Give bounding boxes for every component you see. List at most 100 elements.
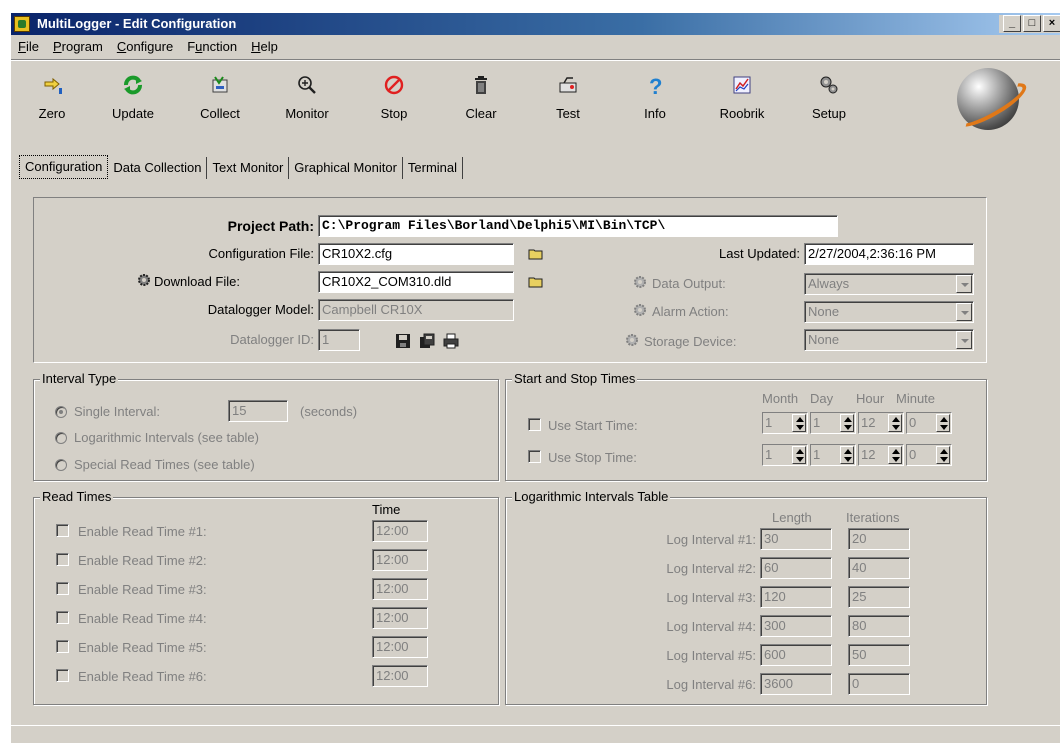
seconds-units: (seconds) xyxy=(300,404,358,419)
log-intervals-group: Logarithmic Intervals Table Length Itera… xyxy=(505,489,987,705)
log-interval-length-field: 600 xyxy=(760,644,832,666)
roobrik-button[interactable]: Roobrik xyxy=(703,70,781,134)
start-minute-value: 0 xyxy=(909,415,917,430)
tab-configuration[interactable]: Configuration xyxy=(19,155,109,179)
log-interval-iterations-field: 80 xyxy=(848,615,910,637)
single-interval-radio[interactable] xyxy=(55,406,67,418)
log-interval-iterations-field: 20 xyxy=(848,528,910,550)
tab-terminal[interactable]: Terminal xyxy=(403,157,464,179)
tab-data-collection[interactable]: Data Collection xyxy=(108,157,208,179)
month-header: Month xyxy=(762,391,799,406)
open-folder-icon[interactable] xyxy=(528,276,544,288)
log-interval-label: Log Interval #2: xyxy=(666,561,756,576)
update-label: Update xyxy=(112,106,154,121)
tab-graphical-monitor[interactable]: Graphical Monitor xyxy=(289,157,403,179)
main-window: MultiLogger - Edit Configuration _ □ × F… xyxy=(10,12,1060,743)
zero-button[interactable]: Zero xyxy=(13,70,91,134)
read-times-group: Read Times Time Enable Read Time #1: 12:0… xyxy=(33,489,499,705)
read-time-field: 12:00 xyxy=(372,520,428,542)
copy-icon[interactable] xyxy=(418,332,436,350)
collect-label: Collect xyxy=(200,106,240,121)
single-interval-label: Single Interval: xyxy=(74,404,160,419)
read-time-checkbox[interactable] xyxy=(56,582,69,595)
use-start-time-label: Use Start Time: xyxy=(548,418,638,433)
read-time-checkbox[interactable] xyxy=(56,553,69,566)
spinner-arrows-icon[interactable] xyxy=(792,446,806,464)
read-time-checkbox[interactable] xyxy=(56,640,69,653)
setup-button[interactable]: Setup xyxy=(790,70,868,134)
read-time-field: 12:00 xyxy=(372,578,428,600)
minimize-button[interactable]: _ xyxy=(1003,15,1021,32)
download-file-field[interactable]: CR10X2_COM310.dld xyxy=(318,271,514,293)
start-month-spinner[interactable]: 1 xyxy=(762,412,808,434)
chevron-down-icon xyxy=(956,303,972,321)
spinner-arrows-icon[interactable] xyxy=(840,414,854,432)
use-stop-time-label: Use Stop Time: xyxy=(548,450,637,465)
use-start-time-checkbox[interactable] xyxy=(528,418,541,431)
datalogger-model-field: Campbell CR10X xyxy=(318,299,514,321)
close-button[interactable]: × xyxy=(1043,15,1060,32)
read-times-title: Read Times xyxy=(40,489,114,504)
read-time-checkbox[interactable] xyxy=(56,524,69,537)
spinner-arrows-icon[interactable] xyxy=(936,446,950,464)
stop-label: Stop xyxy=(380,106,408,121)
logarithmic-intervals-radio[interactable] xyxy=(55,432,67,444)
interval-type-group: Interval Type Single Interval: 15 (secon… xyxy=(33,371,499,481)
maximize-button[interactable]: □ xyxy=(1023,15,1041,32)
stop-month-spinner[interactable]: 1 xyxy=(762,444,808,466)
monitor-button[interactable]: Monitor xyxy=(268,70,346,134)
storage-device-value: None xyxy=(808,332,840,347)
minute-header: Minute xyxy=(896,391,936,406)
special-read-times-radio[interactable] xyxy=(55,459,67,471)
spinner-arrows-icon[interactable] xyxy=(936,414,950,432)
gear-icon xyxy=(626,334,638,346)
data-output-label: Data Output: xyxy=(652,276,726,291)
tab-text-monitor[interactable]: Text Monitor xyxy=(207,157,290,179)
use-stop-time-checkbox[interactable] xyxy=(528,450,541,463)
menu-configure[interactable]: Configure xyxy=(110,37,180,57)
read-time-checkbox[interactable] xyxy=(56,669,69,682)
spinner-arrows-icon[interactable] xyxy=(888,446,902,464)
datalogger-model-label: Datalogger Model: xyxy=(207,302,314,317)
alarm-action-label: Alarm Action: xyxy=(652,304,729,319)
clear-button[interactable]: Clear xyxy=(442,70,520,134)
menu-program[interactable]: Program xyxy=(46,37,110,57)
title-bar[interactable]: MultiLogger - Edit Configuration _ □ × xyxy=(11,13,1060,35)
test-button[interactable]: Test xyxy=(529,70,607,134)
info-button[interactable]: ? Info xyxy=(616,70,694,134)
start-day-spinner[interactable]: 1 xyxy=(810,412,856,434)
stop-icon xyxy=(384,75,404,95)
stop-button[interactable]: Stop xyxy=(355,70,433,134)
config-file-field[interactable]: CR10X2.cfg xyxy=(318,243,514,265)
iterations-column-header: Iterations xyxy=(846,510,900,525)
update-button[interactable]: Update xyxy=(94,70,172,134)
collect-icon xyxy=(212,76,228,93)
chevron-down-icon xyxy=(956,275,972,293)
menu-file[interactable]: File xyxy=(11,37,46,57)
save-icon[interactable] xyxy=(394,332,412,350)
stop-minute-spinner[interactable]: 0 xyxy=(906,444,952,466)
stop-day-spinner[interactable]: 1 xyxy=(810,444,856,466)
menu-help[interactable]: Help xyxy=(244,37,285,57)
gear-icon xyxy=(634,276,646,288)
test-label: Test xyxy=(556,106,580,121)
open-folder-icon[interactable] xyxy=(528,248,544,260)
zero-icon xyxy=(44,77,62,94)
start-hour-spinner[interactable]: 12 xyxy=(858,412,904,434)
collect-button[interactable]: Collect xyxy=(181,70,259,134)
interval-type-title: Interval Type xyxy=(40,371,119,386)
spinner-arrows-icon[interactable] xyxy=(840,446,854,464)
storage-device-label: Storage Device: xyxy=(644,334,737,349)
refresh-icon xyxy=(124,75,142,95)
spinner-arrows-icon[interactable] xyxy=(792,414,806,432)
single-interval-field: 15 xyxy=(228,400,288,422)
stop-hour-spinner[interactable]: 12 xyxy=(858,444,904,466)
spinner-arrows-icon[interactable] xyxy=(888,414,902,432)
read-time-checkbox[interactable] xyxy=(56,611,69,624)
printer-icon[interactable] xyxy=(442,332,460,350)
menu-function[interactable]: Function xyxy=(180,37,244,57)
project-path-field[interactable]: C:\Program Files\Borland\Delphi5\MI\Bin\… xyxy=(318,215,838,237)
app-icon[interactable] xyxy=(14,16,30,32)
start-minute-spinner[interactable]: 0 xyxy=(906,412,952,434)
gear-icon xyxy=(138,274,150,286)
